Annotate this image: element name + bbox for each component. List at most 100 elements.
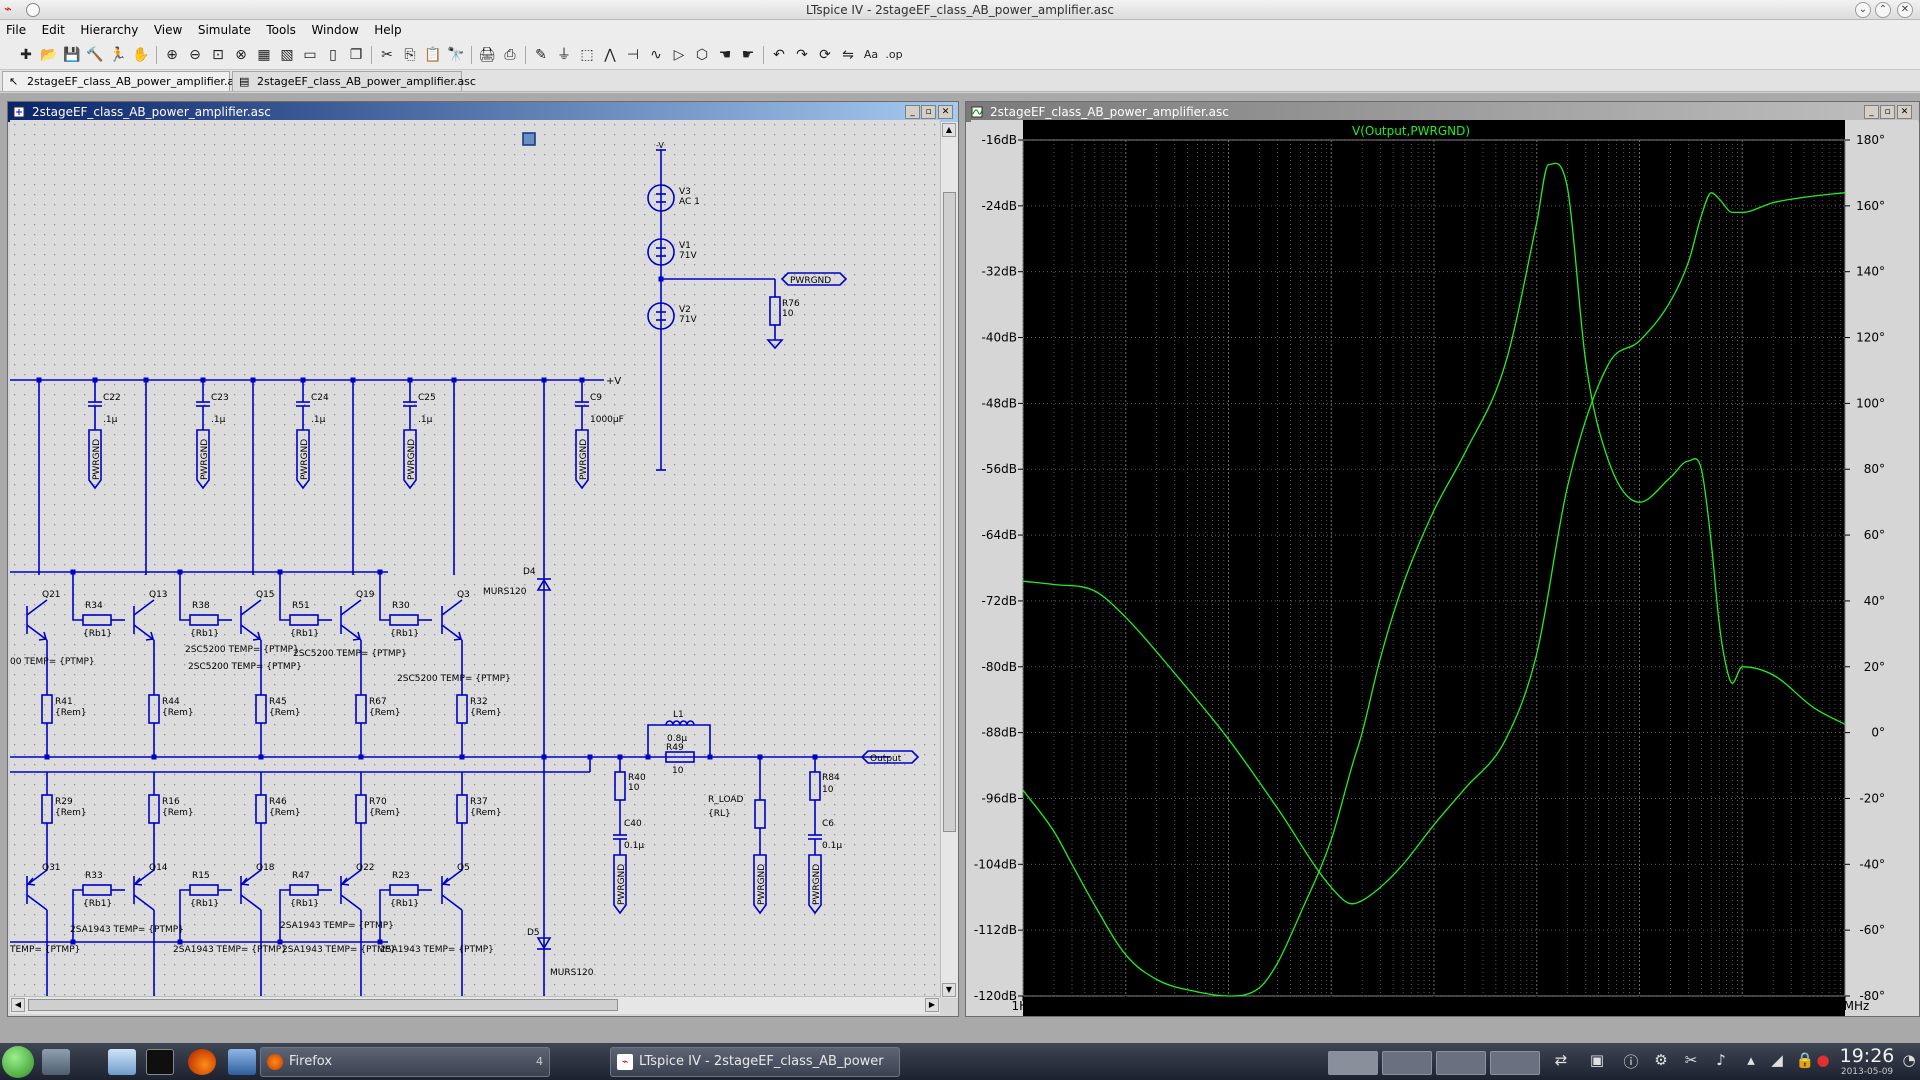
start-menu-icon[interactable]	[2, 1046, 34, 1078]
halt-icon[interactable]: ✋	[131, 45, 151, 65]
scroll-up-icon[interactable]: ▲	[942, 123, 956, 137]
alert-icon[interactable]: ●	[1812, 1051, 1834, 1073]
save-icon[interactable]: 💾	[62, 45, 82, 65]
junction	[151, 754, 157, 760]
plot-window-titlebar[interactable]: 2stageEF_class_AB_power_amplifier.asc	[966, 102, 1919, 122]
scroll-right-icon[interactable]: ▶	[925, 998, 939, 1012]
schematic-restore-icon[interactable]: ▫	[921, 105, 936, 119]
menu-file[interactable]: File	[0, 20, 32, 37]
plot-minimize-icon[interactable]: _	[1864, 105, 1879, 119]
menu-tools[interactable]: Tools	[260, 20, 302, 37]
schematic-vertical-scrollbar[interactable]: ▲ ▼	[940, 122, 958, 998]
rotate-icon[interactable]: ⟳	[815, 45, 835, 65]
zoom-in-icon[interactable]: ⊕	[162, 45, 182, 65]
schematic-canvas[interactable]: +V -V V3 AC 1 V1 71V V2 71V PWRGND R76 10 PWRGND C22…	[10, 120, 940, 996]
minimize-icon[interactable]: ⌄	[1855, 2, 1871, 18]
menu-simulate[interactable]: Simulate	[192, 20, 257, 37]
print-icon[interactable]: 🖨	[477, 45, 497, 65]
copy-icon[interactable]: ⎘	[400, 45, 420, 65]
scroll-thumb[interactable]	[943, 192, 956, 832]
file-manager-icon[interactable]	[108, 1049, 136, 1075]
pnp-model-text: 2SA1943 TEMP= {PTMP}	[173, 945, 287, 955]
scroll-thumb[interactable]	[28, 999, 618, 1011]
menu-help[interactable]: Help	[368, 20, 407, 37]
wifi-icon[interactable]: ◢	[1766, 1051, 1788, 1073]
v3-value: AC 1	[679, 197, 700, 207]
spice-directive-icon[interactable]: .op	[884, 45, 904, 65]
desktop-icon[interactable]	[228, 1049, 256, 1075]
tile-horizontal-icon[interactable]: ▭	[300, 45, 320, 65]
bode-plot[interactable]: V(Output,PWRGND) -16dB -24dB -32dB -40dB -48…	[971, 120, 1918, 1016]
scroll-down-icon[interactable]: ▼	[942, 983, 956, 997]
trace-title[interactable]: V(Output,PWRGND)	[1352, 124, 1470, 138]
cut-icon[interactable]: ✂	[377, 45, 397, 65]
volume-icon[interactable]: ♪	[1710, 1051, 1732, 1073]
virtual-desktop-3[interactable]	[1436, 1051, 1486, 1075]
scissors-icon[interactable]: ✂	[1680, 1051, 1702, 1073]
pick-visible-traces-icon[interactable]: ▧	[277, 45, 297, 65]
maximize-icon[interactable]: ⌃	[1875, 2, 1891, 18]
terminal-icon[interactable]	[146, 1049, 174, 1075]
d5-model: MURS120	[550, 968, 594, 978]
schematic-close-icon[interactable]: ✕	[938, 105, 953, 119]
move-icon[interactable]: ☚	[715, 45, 735, 65]
scroll-left-icon[interactable]: ◀	[11, 998, 25, 1012]
settings-icon[interactable]: ⚙	[1650, 1051, 1672, 1073]
taskbar-task-ltspice[interactable]: ⌁ LTspice IV - 2stageEF_class_AB_power	[610, 1047, 900, 1077]
drag-icon[interactable]: ☛	[738, 45, 758, 65]
run-icon[interactable]: 🏃	[108, 45, 128, 65]
firefox-icon[interactable]	[188, 1049, 216, 1075]
wire-icon[interactable]: ✎	[531, 45, 551, 65]
virtual-desktop-4[interactable]	[1490, 1051, 1540, 1075]
menu-hierarchy[interactable]: Hierarchy	[74, 20, 144, 37]
capacitor-icon[interactable]: ⊣	[623, 45, 643, 65]
text-icon[interactable]: Aa	[861, 45, 881, 65]
cascade-icon[interactable]: ❐	[346, 45, 366, 65]
zoom-out-icon[interactable]: ⊖	[185, 45, 205, 65]
control-panel-icon[interactable]: 🔨	[85, 45, 105, 65]
resistor-icon[interactable]: ⋀	[600, 45, 620, 65]
panel-toolbox-icon[interactable]: ◔	[1898, 1051, 1920, 1073]
tray-expand-icon[interactable]: ▴	[1740, 1051, 1762, 1073]
open-icon[interactable]: 📂	[39, 45, 59, 65]
diode-icon[interactable]: ▷	[669, 45, 689, 65]
tile-vertical-icon[interactable]: ▯	[323, 45, 343, 65]
schematic-drawing[interactable]: +V-VV3AC 1V171VV271VPWRGNDR7610PWRGNDC22…	[10, 120, 940, 996]
virtual-desktop-2[interactable]	[1382, 1051, 1432, 1075]
undo-icon[interactable]: ↶	[769, 45, 789, 65]
waveform-viewer[interactable]: V(Output,PWRGND) -16dB -24dB -32dB -40dB -48…	[971, 120, 1918, 1016]
clock[interactable]: 19:26 2013-05-09	[1832, 1045, 1902, 1077]
print-setup-icon[interactable]: ⎙	[500, 45, 520, 65]
autorange-icon[interactable]: ▦	[254, 45, 274, 65]
schematic-horizontal-scrollbar[interactable]: ◀ ▶	[10, 996, 940, 1014]
tab-plot[interactable]: ▤ 2stageEF_class_AB_power_amplifier.asc	[232, 71, 476, 91]
clipboard-icon[interactable]: ▣	[1586, 1051, 1608, 1073]
zoom-fit-icon[interactable]: ⊡	[208, 45, 228, 65]
tab-schematic[interactable]: ↖ 2stageEF_class_AB_power_amplifier.asc	[2, 71, 246, 91]
close-icon[interactable]: ✕	[1897, 2, 1913, 18]
ground-icon[interactable]: ⏚	[554, 45, 574, 65]
component-icon[interactable]: ⬡	[692, 45, 712, 65]
waveform-icon: ▤	[239, 75, 250, 88]
mirror-icon[interactable]: ⇋	[838, 45, 858, 65]
info-icon[interactable]: ⓘ	[1620, 1051, 1642, 1073]
taskbar-task-firefox[interactable]: Firefox 4	[260, 1047, 550, 1077]
new-schematic-icon[interactable]: ✚	[16, 45, 36, 65]
plot-close-icon[interactable]: ✕	[1897, 105, 1912, 119]
network-icon[interactable]: ⇄	[1550, 1051, 1572, 1073]
paste-icon[interactable]: 📋	[423, 45, 443, 65]
find-icon[interactable]: 🔭	[446, 45, 466, 65]
plot-restore-icon[interactable]: ▫	[1880, 105, 1895, 119]
schematic-window-titlebar[interactable]: 2stageEF_class_AB_power_amplifier.asc	[8, 102, 958, 122]
schematic-minimize-icon[interactable]: _	[905, 105, 920, 119]
label-net-icon[interactable]: ⬚	[577, 45, 597, 65]
menu-edit[interactable]: Edit	[36, 20, 71, 37]
menu-view[interactable]: View	[148, 20, 188, 37]
system-monitor-icon[interactable]	[42, 1049, 70, 1075]
zoom-cancel-icon[interactable]: ⊗	[231, 45, 251, 65]
pointer-icon: ↖	[9, 75, 19, 88]
redo-icon[interactable]: ↷	[792, 45, 812, 65]
inductor-icon[interactable]: ∿	[646, 45, 666, 65]
menu-window[interactable]: Window	[305, 20, 364, 37]
virtual-desktop-1[interactable]	[1328, 1051, 1378, 1075]
